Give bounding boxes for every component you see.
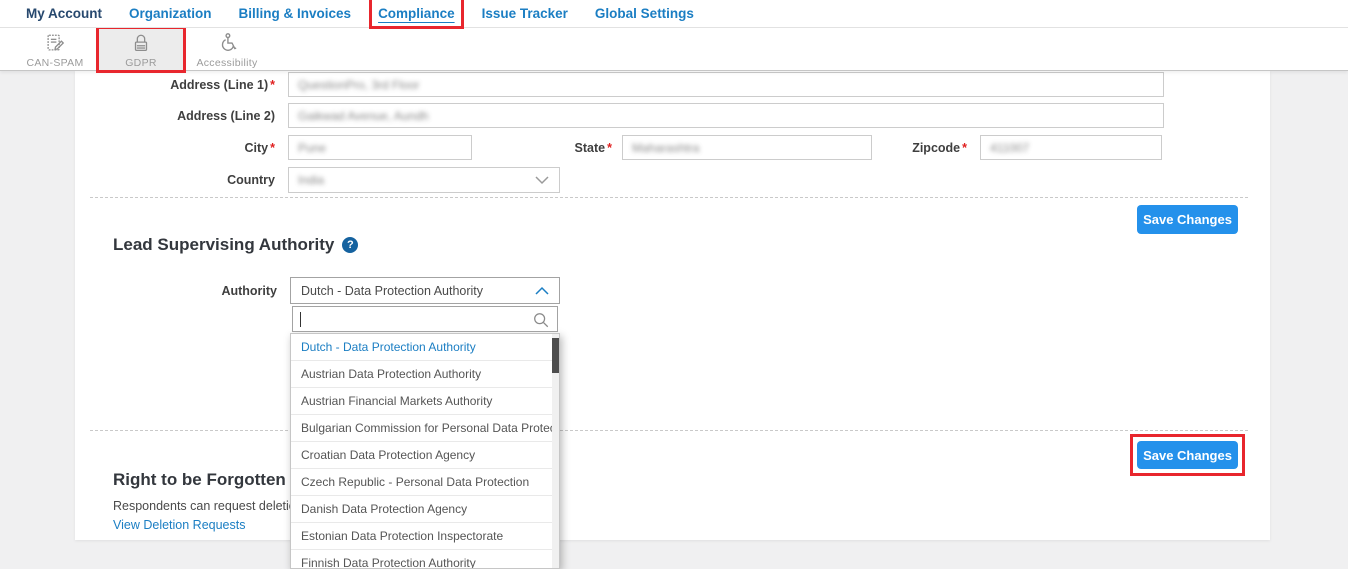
authority-option[interactable]: Bulgarian Commission for Personal Data P… <box>291 415 559 442</box>
country-value: India <box>298 173 324 187</box>
address1-label: Address (Line 1)* <box>120 78 275 92</box>
compliance-toolbar: CAN-SPAM GDPR <box>0 28 1348 71</box>
country-select[interactable]: India <box>288 167 560 193</box>
required-marker: * <box>270 78 275 92</box>
authority-option[interactable]: Austrian Financial Markets Authority <box>291 388 559 415</box>
country-label: Country <box>120 173 275 187</box>
authority-dropdown-list: Dutch - Data Protection Authority Austri… <box>290 333 560 569</box>
authority-option[interactable]: Estonian Data Protection Inspectorate <box>291 523 559 550</box>
toolbar-item-accessibility[interactable]: Accessibility <box>185 28 269 70</box>
state-input[interactable]: Maharashtra <box>622 135 872 160</box>
authority-search-input[interactable] <box>292 306 558 332</box>
nav-issue-tracker[interactable]: Issue Tracker <box>482 6 568 21</box>
save-changes-button-authority[interactable]: Save Changes <box>1137 441 1238 469</box>
toolbar-label: CAN-SPAM <box>26 57 83 69</box>
nav-compliance[interactable]: Compliance <box>378 6 455 21</box>
city-label: City* <box>120 141 275 155</box>
authority-option[interactable]: Croatian Data Protection Agency <box>291 442 559 469</box>
nav-global-settings[interactable]: Global Settings <box>595 6 694 21</box>
city-input[interactable]: Pune <box>288 135 472 160</box>
section-divider <box>90 197 1248 198</box>
gdpr-compliance-page: My Account Organization Billing & Invoic… <box>0 0 1348 569</box>
section-divider <box>90 430 1248 431</box>
authority-label: Authority <box>162 284 277 298</box>
required-marker: * <box>270 141 275 155</box>
address1-value: QuestionPro, 3rd Floor <box>298 78 419 92</box>
authority-option[interactable]: Austrian Data Protection Authority <box>291 361 559 388</box>
nav-organization[interactable]: Organization <box>129 6 212 21</box>
save-changes-button-address[interactable]: Save Changes <box>1137 205 1238 234</box>
section-title: Right to be Forgotten <box>113 470 286 490</box>
text-cursor <box>300 312 301 327</box>
toolbar-label: Accessibility <box>196 57 257 69</box>
toolbar-item-gdpr[interactable]: GDPR <box>99 28 183 70</box>
toolbar-label: GDPR <box>125 57 157 69</box>
help-icon[interactable]: ? <box>342 237 358 253</box>
view-deletion-requests-link[interactable]: View Deletion Requests <box>113 518 245 532</box>
state-label: State* <box>520 141 612 155</box>
nav-billing-invoices[interactable]: Billing & Invoices <box>239 6 352 21</box>
zipcode-input[interactable]: 411007 <box>980 135 1162 160</box>
city-value: Pune <box>298 141 326 155</box>
forgotten-description: Respondents can request deletion of <box>113 499 317 513</box>
required-marker: * <box>962 141 967 155</box>
chevron-down-icon <box>535 176 549 185</box>
forgotten-section-heading: Right to be Forgotten ? <box>113 470 310 490</box>
nav-my-account[interactable]: My Account <box>26 6 102 21</box>
zipcode-value: 411007 <box>990 141 1029 155</box>
authority-option[interactable]: Czech Republic - Personal Data Protectio… <box>291 469 559 496</box>
address2-value: Gaikwad Avenue, Aundh <box>298 109 429 123</box>
address2-label: Address (Line 2) <box>120 109 275 123</box>
dropdown-scrollbar-thumb[interactable] <box>552 338 559 373</box>
wheelchair-icon <box>216 31 238 55</box>
authority-option[interactable]: Dutch - Data Protection Authority <box>291 334 559 361</box>
top-navigation: My Account Organization Billing & Invoic… <box>0 0 1348 28</box>
section-title: Lead Supervising Authority <box>113 235 334 255</box>
authority-selected-value: Dutch - Data Protection Authority <box>301 284 483 298</box>
search-icon <box>532 311 550 334</box>
dropdown-scrollbar-track[interactable] <box>552 334 559 568</box>
nav-compliance-wrap: Compliance <box>378 5 455 23</box>
chevron-up-icon <box>535 286 549 295</box>
lock-icon <box>130 31 152 55</box>
document-edit-icon <box>44 31 66 55</box>
authority-option[interactable]: Danish Data Protection Agency <box>291 496 559 523</box>
required-marker: * <box>607 141 612 155</box>
address1-input[interactable]: QuestionPro, 3rd Floor <box>288 72 1164 97</box>
zipcode-label: Zipcode* <box>875 141 967 155</box>
state-value: Maharashtra <box>632 141 699 155</box>
authority-option[interactable]: Finnish Data Protection Authority <box>291 550 559 569</box>
authority-section-heading: Lead Supervising Authority ? <box>113 235 358 255</box>
authority-select[interactable]: Dutch - Data Protection Authority <box>290 277 560 304</box>
address2-input[interactable]: Gaikwad Avenue, Aundh <box>288 103 1164 128</box>
toolbar-item-can-spam[interactable]: CAN-SPAM <box>13 28 97 70</box>
